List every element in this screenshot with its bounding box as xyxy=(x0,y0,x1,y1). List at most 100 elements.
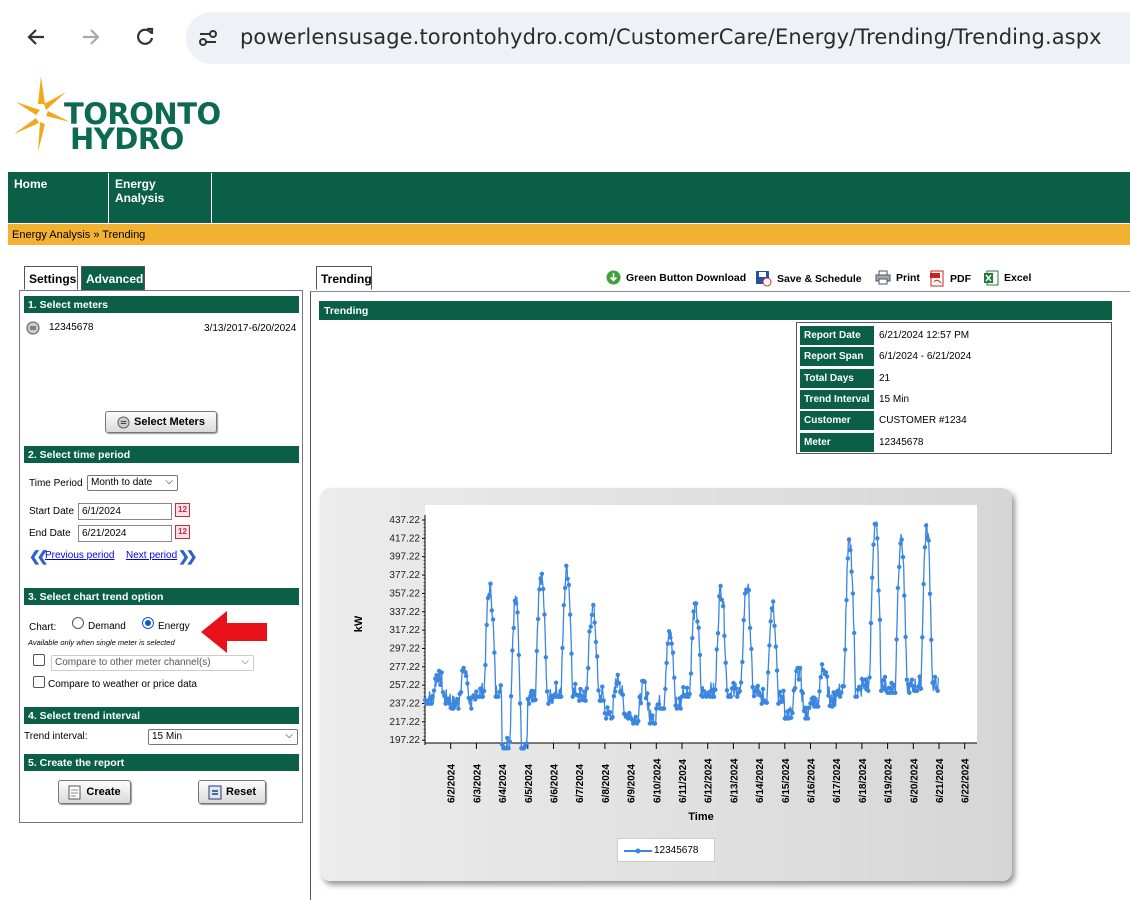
nav-home[interactable]: Home xyxy=(8,173,109,224)
nav-energy-analysis[interactable]: Energy Analysis xyxy=(109,173,212,224)
tab-settings[interactable]: Settings xyxy=(24,266,78,290)
series-point xyxy=(616,680,622,686)
series-point xyxy=(524,741,529,746)
series-point xyxy=(638,701,644,706)
series-point xyxy=(927,591,933,596)
create-button[interactable]: Create xyxy=(58,780,131,804)
series-point xyxy=(471,693,476,698)
series-point xyxy=(627,710,632,716)
energy-label[interactable]: Energy xyxy=(158,621,190,632)
x-tick-label: 6/16/2024 xyxy=(807,758,818,803)
excel-button[interactable]: Excel xyxy=(983,270,1031,286)
series-point xyxy=(562,585,568,591)
series-point xyxy=(526,701,532,706)
divider xyxy=(310,291,1130,292)
site-settings-icon[interactable] xyxy=(197,27,219,52)
series-point xyxy=(701,689,706,694)
y-tick-label: 377.22 xyxy=(389,570,420,581)
y-tick-label: 217.22 xyxy=(389,717,420,728)
series-point xyxy=(543,655,548,660)
tab-advanced[interactable]: Advanced xyxy=(81,266,145,290)
series-point xyxy=(602,711,608,716)
start-date-field[interactable]: 6/1/2024 xyxy=(78,503,172,520)
series-point xyxy=(445,696,451,701)
demand-label[interactable]: Demand xyxy=(88,621,126,632)
series-point xyxy=(439,670,444,675)
compare-weather-label[interactable]: Compare to weather or price data xyxy=(48,679,197,690)
trend-interval-select[interactable]: 15 Min ⌵ xyxy=(148,729,298,745)
y-tick-label: 277.22 xyxy=(389,662,420,673)
demand-radio[interactable] xyxy=(72,617,84,629)
excel-icon xyxy=(984,270,999,286)
series-point xyxy=(560,645,565,651)
print-button[interactable]: Print xyxy=(875,270,920,285)
chevron-down-icon: ⌵ xyxy=(165,476,173,487)
series-point xyxy=(593,639,599,645)
tab-trending[interactable]: Trending xyxy=(316,266,372,290)
x-tick-label: 6/15/2024 xyxy=(781,758,792,803)
info-label: Customer xyxy=(800,411,874,431)
series-point xyxy=(715,631,721,636)
series-point xyxy=(600,684,605,689)
info-label: Meter xyxy=(800,432,874,452)
save-schedule-button[interactable]: Save & Schedule xyxy=(755,270,862,287)
meter-id[interactable]: 12345678 xyxy=(49,322,94,333)
compare-weather-checkbox[interactable] xyxy=(33,676,45,688)
calendar-icon[interactable]: 12 xyxy=(175,503,190,517)
series-point xyxy=(769,606,775,611)
chart-label: Chart: xyxy=(29,622,57,633)
meter-icon[interactable] xyxy=(26,321,40,338)
series-point xyxy=(542,612,547,617)
series-point xyxy=(687,691,692,697)
series-point xyxy=(458,690,464,695)
series-point xyxy=(738,680,744,685)
previous-period-link[interactable]: Previous period xyxy=(45,550,114,561)
chevron-down-icon: ⌵ xyxy=(285,730,293,741)
series-point xyxy=(729,686,735,691)
url-text[interactable]: powerlensusage.torontohydro.com/Customer… xyxy=(240,25,1102,49)
double-right-arrow-icon[interactable]: ❯❯ xyxy=(178,548,198,565)
calendar-icon[interactable]: 12 xyxy=(175,525,190,539)
energy-radio[interactable] xyxy=(142,617,154,629)
forward-arrow-icon[interactable] xyxy=(76,22,106,52)
compare-channel-select[interactable]: Compare to other meter channel(s) ⌵ xyxy=(51,655,254,671)
series-point xyxy=(866,688,871,693)
series-point xyxy=(845,556,850,561)
pdf-button[interactable]: PDF xyxy=(930,270,971,287)
end-date-field[interactable]: 6/21/2024 xyxy=(78,525,172,542)
end-date-label: End Date xyxy=(29,528,71,539)
series-point xyxy=(610,715,615,720)
series-point xyxy=(613,689,618,694)
series-point xyxy=(740,659,745,665)
toronto-hydro-logo[interactable]: TORONTO HYDRO ® xyxy=(8,74,221,156)
series-point xyxy=(511,625,516,631)
series-point xyxy=(642,679,647,685)
compare-channel-checkbox[interactable] xyxy=(33,654,45,666)
series-point xyxy=(620,692,626,697)
x-tick-label: 6/20/2024 xyxy=(909,758,920,803)
series-point xyxy=(645,691,650,696)
series-point xyxy=(900,554,906,560)
series-point xyxy=(915,688,920,693)
series-point xyxy=(663,686,668,692)
settings-panel: 1. Select meters 12345678 3/13/2017-6/20… xyxy=(19,290,303,823)
x-tick-label: 6/22/2024 xyxy=(961,758,972,803)
series-point xyxy=(489,608,494,613)
time-period-select[interactable]: Month to date ⌵ xyxy=(87,475,178,491)
series-point xyxy=(711,694,717,699)
reload-icon[interactable] xyxy=(130,22,160,52)
series-point xyxy=(899,537,904,542)
select-meters-button[interactable]: Select Meters xyxy=(105,411,217,433)
series-point xyxy=(656,701,662,707)
double-left-arrow-icon[interactable]: ❮❮ xyxy=(29,548,49,565)
series-point xyxy=(917,674,922,679)
series-point xyxy=(746,588,751,593)
next-period-link[interactable]: Next period xyxy=(126,550,177,561)
reset-button[interactable]: Reset xyxy=(198,780,266,804)
series-point xyxy=(429,701,434,706)
y-tick-label: 437.22 xyxy=(389,515,420,526)
series-point xyxy=(747,625,753,631)
green-button-download[interactable]: Green Button Download xyxy=(606,270,746,285)
back-arrow-icon[interactable] xyxy=(21,22,51,52)
series-point xyxy=(636,718,641,724)
